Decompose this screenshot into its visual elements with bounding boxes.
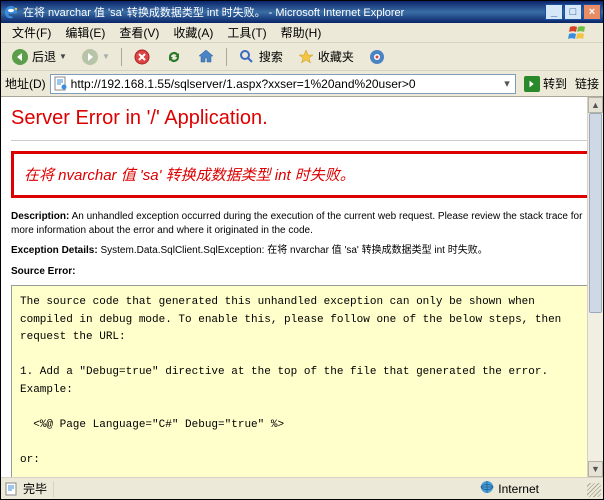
separator — [226, 48, 227, 66]
description-para: Description: An unhandled exception occu… — [11, 210, 593, 237]
scroll-up-button[interactable]: ▲ — [588, 97, 603, 113]
ie-icon — [3, 4, 19, 20]
star-icon — [297, 48, 315, 66]
forward-button[interactable]: ▼ — [75, 45, 116, 69]
toolbar: 后退 ▼ ▼ — [1, 43, 603, 71]
chevron-down-icon: ▼ — [102, 52, 110, 61]
page-icon — [53, 76, 69, 92]
scroll-track[interactable] — [588, 113, 603, 461]
source-error-box: The source code that generated this unha… — [11, 285, 593, 477]
separator — [121, 48, 122, 66]
menu-edit[interactable]: 编辑(E) — [58, 23, 112, 42]
go-button[interactable]: 转到 — [520, 74, 571, 93]
internet-icon — [480, 480, 494, 497]
home-icon — [197, 48, 215, 66]
windows-logo-icon — [567, 24, 599, 42]
links-label[interactable]: 链接 — [575, 75, 599, 92]
stop-icon — [133, 48, 151, 66]
resize-grip[interactable] — [587, 483, 601, 497]
go-label: 转到 — [543, 75, 567, 92]
description-label: Description: — [11, 211, 69, 222]
menu-file[interactable]: 文件(F) — [5, 23, 58, 42]
home-button[interactable] — [191, 45, 221, 69]
media-button[interactable] — [362, 45, 392, 69]
search-label: 搜索 — [259, 48, 283, 65]
media-icon — [368, 48, 386, 66]
source-error-label: Source Error: — [11, 266, 75, 277]
done-icon — [5, 482, 19, 496]
back-label: 后退 — [32, 48, 56, 65]
back-button[interactable]: 后退 ▼ — [5, 45, 73, 69]
browser-window: 在将 nvarchar 值 'sa' 转换成数据类型 int 时失败。 - Mi… — [0, 0, 604, 500]
chevron-down-icon: ▼ — [59, 52, 67, 61]
go-icon — [524, 76, 540, 92]
exception-text: System.Data.SqlClient.SqlException: 在将 n… — [98, 245, 488, 256]
close-button[interactable]: × — [583, 4, 601, 20]
zone-text: Internet — [498, 482, 539, 496]
address-input[interactable] — [71, 77, 499, 91]
error-highlight-box: 在将 nvarchar 值 'sa' 转换成数据类型 int 时失败。 — [11, 151, 593, 198]
window-title: 在将 nvarchar 值 'sa' 转换成数据类型 int 时失败。 - Mi… — [23, 4, 545, 20]
favorites-label: 收藏夹 — [318, 48, 354, 65]
forward-icon — [81, 48, 99, 66]
address-dropdown-icon[interactable]: ▾ — [499, 77, 515, 90]
maximize-button[interactable]: □ — [564, 4, 582, 20]
stop-button[interactable] — [127, 45, 157, 69]
status-text: 完毕 — [23, 480, 47, 497]
source-error-para: Source Error: — [11, 265, 593, 279]
statusbar: 完毕 Internet — [1, 477, 603, 499]
addressbar: 地址(D) ▾ 转到 链接 — [1, 71, 603, 97]
divider — [11, 140, 593, 141]
description-text: An unhandled exception occurred during t… — [11, 211, 582, 236]
zone-panel: Internet — [480, 480, 599, 497]
menu-favorites[interactable]: 收藏(A) — [166, 23, 220, 42]
vertical-scrollbar[interactable]: ▲ ▼ — [587, 97, 603, 477]
page-content: Server Error in '/' Application. 在将 nvar… — [1, 97, 603, 477]
error-heading: Server Error in '/' Application. — [11, 107, 593, 130]
exception-label: Exception Details: — [11, 245, 98, 256]
scroll-down-button[interactable]: ▼ — [588, 461, 603, 477]
address-label: 地址(D) — [5, 75, 46, 92]
status-panel — [53, 481, 60, 497]
exception-para: Exception Details: System.Data.SqlClient… — [11, 244, 593, 258]
refresh-icon — [165, 48, 183, 66]
back-icon — [11, 48, 29, 66]
minimize-button[interactable]: _ — [545, 4, 563, 20]
search-icon — [238, 48, 256, 66]
favorites-button[interactable]: 收藏夹 — [291, 45, 360, 69]
menu-help[interactable]: 帮助(H) — [274, 23, 329, 42]
content-area: Server Error in '/' Application. 在将 nvar… — [1, 97, 603, 477]
search-button[interactable]: 搜索 — [232, 45, 289, 69]
error-message: 在将 nvarchar 值 'sa' 转换成数据类型 int 时失败。 — [24, 167, 355, 184]
scroll-thumb[interactable] — [589, 113, 602, 313]
menu-tools[interactable]: 工具(T) — [220, 23, 273, 42]
menubar: 文件(F) 编辑(E) 查看(V) 收藏(A) 工具(T) 帮助(H) — [1, 23, 603, 43]
menu-view[interactable]: 查看(V) — [112, 23, 166, 42]
address-box[interactable]: ▾ — [50, 74, 516, 94]
titlebar: 在将 nvarchar 值 'sa' 转换成数据类型 int 时失败。 - Mi… — [1, 1, 603, 23]
refresh-button[interactable] — [159, 45, 189, 69]
source-error-code: The source code that generated this unha… — [20, 294, 584, 477]
